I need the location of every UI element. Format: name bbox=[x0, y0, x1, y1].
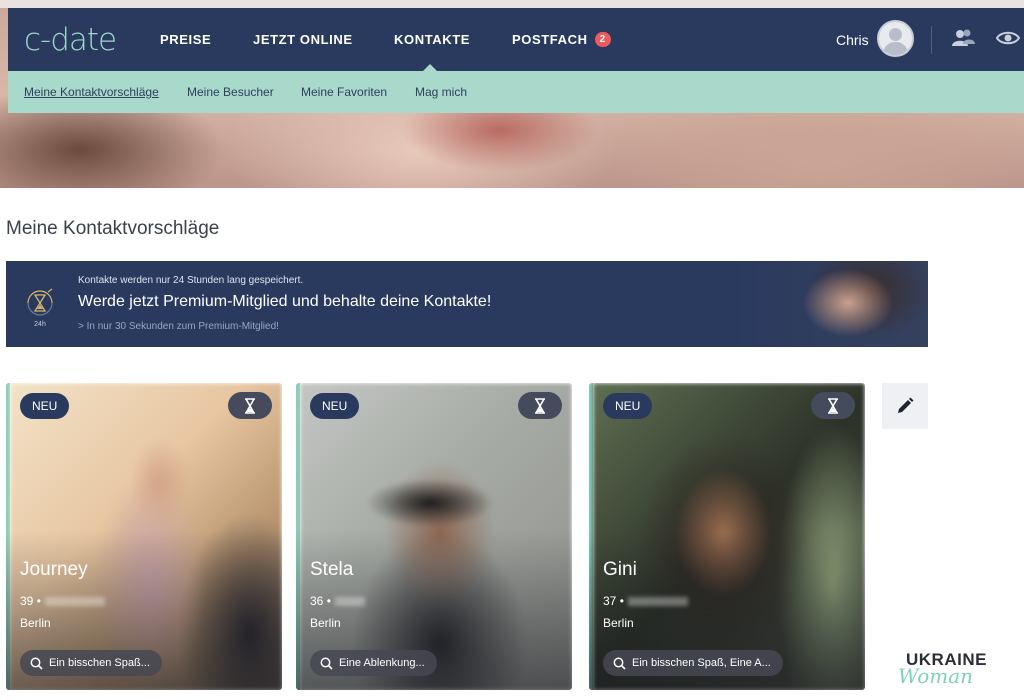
blurred-status bbox=[334, 597, 365, 607]
nav-kontakte[interactable]: KONTAKTE bbox=[394, 8, 471, 72]
pencil-icon bbox=[898, 397, 914, 413]
profile-age: 39 bbox=[20, 594, 34, 608]
profile-city: Berlin bbox=[310, 616, 341, 630]
nav-label: POSTFACH bbox=[512, 32, 588, 47]
nav-preise[interactable]: PREISE bbox=[160, 8, 211, 71]
avatar-head-icon bbox=[889, 28, 902, 41]
subnav-kontaktvorschlaege[interactable]: Meine Kontaktvorschläge bbox=[24, 71, 159, 113]
people-icon[interactable] bbox=[951, 28, 977, 53]
watermark-logo: UKRAINE Woman bbox=[898, 650, 1018, 690]
hourglass-icon[interactable] bbox=[228, 392, 272, 419]
avatar-body-icon bbox=[883, 42, 908, 55]
profile-age-line: 36 • bbox=[310, 594, 365, 608]
profile-age-line: 37 • bbox=[603, 594, 688, 608]
profile-city: Berlin bbox=[20, 616, 51, 630]
profile-card-gini[interactable]: NEU Gini 37 • Berlin Ein bisschen Spaß, … bbox=[589, 383, 865, 690]
subnav-favoriten[interactable]: Meine Favoriten bbox=[301, 71, 387, 113]
subnav-mag-mich[interactable]: Mag mich bbox=[415, 71, 467, 113]
hourglass-icon[interactable] bbox=[811, 392, 855, 419]
banner-note: Kontakte werden nur 24 Stunden lang gesp… bbox=[78, 275, 304, 286]
profile-age: 37 bbox=[603, 594, 617, 608]
profile-age: 36 bbox=[310, 594, 324, 608]
new-badge: NEU bbox=[310, 393, 360, 419]
hourglass-icon[interactable] bbox=[518, 392, 562, 419]
profile-card-journey[interactable]: NEU Journey 39 • Berlin Ein bisschen Spa… bbox=[6, 383, 282, 690]
search-icon bbox=[320, 657, 333, 670]
nav-label: PREISE bbox=[160, 32, 212, 47]
unread-badge: 2 bbox=[594, 32, 611, 47]
banner-headline: Werde jetzt Premium-Mitglied und behalte… bbox=[78, 293, 492, 310]
nav-postfach[interactable]: POSTFACH 2 bbox=[512, 8, 611, 71]
new-badge: NEU bbox=[603, 393, 653, 419]
looking-for-pill[interactable]: Ein bisschen Spaß, Eine A... bbox=[603, 650, 783, 676]
avatar[interactable] bbox=[877, 20, 914, 57]
search-icon bbox=[613, 657, 626, 670]
profile-name: Stela bbox=[310, 559, 354, 580]
user-name[interactable]: Chris bbox=[836, 8, 869, 71]
subnav-besucher[interactable]: Meine Besucher bbox=[187, 71, 274, 113]
nav-jetzt-online[interactable]: JETZT ONLINE bbox=[253, 8, 353, 71]
looking-for-text: Eine Ablenkung... bbox=[339, 657, 425, 669]
blurred-status bbox=[627, 597, 688, 607]
logo[interactable]: c-date bbox=[24, 22, 136, 58]
profile-age-line: 39 • bbox=[20, 594, 105, 608]
page-title: Meine Kontaktvorschläge bbox=[6, 218, 220, 239]
eye-icon[interactable] bbox=[995, 30, 1021, 51]
banner-photo bbox=[598, 261, 928, 347]
main-navigation: c-date PREISE JETZT ONLINE KONTAKTE POST… bbox=[8, 8, 1024, 72]
blurred-status bbox=[44, 597, 105, 607]
looking-for-pill[interactable]: Ein bisschen Spaß... bbox=[20, 650, 162, 676]
hourglass-24h-icon: 24h bbox=[22, 279, 58, 329]
banner-premium-link[interactable]: > In nur 30 Sekunden zum Premium-Mitglie… bbox=[78, 321, 279, 332]
sub-navigation: Meine Kontaktvorschläge Meine Besucher M… bbox=[8, 71, 1024, 113]
new-badge: NEU bbox=[20, 393, 70, 419]
icon-24h-label: 24h bbox=[34, 321, 46, 328]
looking-for-pill[interactable]: Eine Ablenkung... bbox=[310, 650, 437, 676]
nav-label: JETZT ONLINE bbox=[253, 32, 353, 47]
profile-name: Gini bbox=[603, 559, 637, 580]
edit-pencil-button[interactable] bbox=[882, 383, 928, 429]
nav-divider bbox=[931, 26, 932, 54]
top-strip bbox=[0, 0, 1024, 8]
profile-city: Berlin bbox=[603, 616, 634, 630]
watermark-line2: Woman bbox=[898, 664, 974, 688]
profile-card-stela[interactable]: NEU Stela 36 • Berlin Eine Ablenkung... bbox=[296, 383, 572, 690]
nav-label: KONTAKTE bbox=[394, 32, 471, 47]
search-icon bbox=[30, 657, 43, 670]
profile-name: Journey bbox=[20, 559, 88, 580]
looking-for-text: Ein bisschen Spaß, Eine A... bbox=[632, 657, 771, 669]
looking-for-text: Ein bisschen Spaß... bbox=[49, 657, 150, 669]
premium-banner[interactable]: 24h Kontakte werden nur 24 Stunden lang … bbox=[6, 261, 928, 347]
